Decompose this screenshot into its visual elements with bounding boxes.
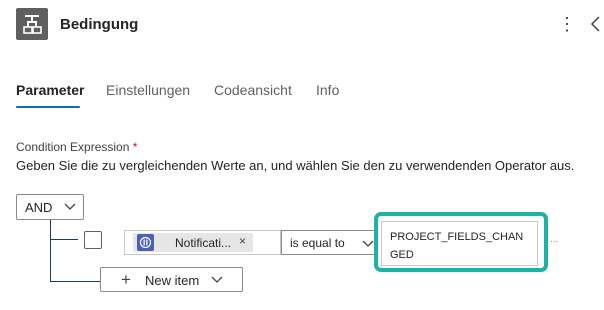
token-label: Notificati... bbox=[175, 236, 232, 250]
condition-expression-label: Condition Expression * bbox=[16, 140, 137, 154]
tab-einstellungen[interactable]: Einstellungen bbox=[106, 82, 190, 98]
panel-title: Bedingung bbox=[60, 16, 139, 33]
group-operator-value: AND bbox=[25, 200, 53, 215]
comparison-operator-dropdown[interactable]: is equal to bbox=[281, 230, 375, 255]
new-item-button[interactable]: + New item bbox=[100, 267, 243, 292]
tree-connector-vertical bbox=[50, 220, 51, 282]
plus-icon: + bbox=[121, 270, 131, 289]
remove-token-icon[interactable]: × bbox=[239, 234, 246, 248]
chevron-down-icon bbox=[362, 240, 374, 247]
left-operand-input[interactable]: Notificati... × bbox=[124, 230, 281, 255]
new-item-label: New item bbox=[145, 273, 200, 288]
required-marker: * bbox=[132, 140, 138, 154]
chevron-down-icon bbox=[64, 203, 76, 210]
tab-codeansicht[interactable]: Codeansicht bbox=[214, 82, 292, 98]
highlight-outline bbox=[374, 212, 548, 272]
row-select-checkbox[interactable] bbox=[84, 231, 102, 249]
dynamic-content-token[interactable]: Notificati... × bbox=[133, 233, 253, 252]
condition-expression-label-text: Condition Expression bbox=[16, 140, 130, 154]
connector-app-icon bbox=[137, 234, 154, 251]
tab-parameter[interactable]: Parameter bbox=[16, 82, 85, 98]
condition-description: Geben Sie die zu vergleichenden Werte an… bbox=[16, 158, 575, 173]
tree-connector-new-item bbox=[50, 281, 100, 282]
comparison-operator-value: is equal to bbox=[290, 236, 345, 250]
active-tab-indicator bbox=[16, 106, 80, 108]
more-options-icon[interactable]: ⋮ bbox=[558, 12, 576, 36]
condition-action-icon bbox=[16, 8, 48, 40]
group-operator-dropdown[interactable]: AND bbox=[16, 194, 84, 220]
row-more-options[interactable]: ... bbox=[550, 234, 558, 245]
chevron-down-icon bbox=[211, 276, 223, 283]
collapse-panel-icon[interactable] bbox=[588, 12, 602, 36]
tab-info[interactable]: Info bbox=[316, 82, 339, 98]
tree-connector-row bbox=[50, 239, 78, 240]
